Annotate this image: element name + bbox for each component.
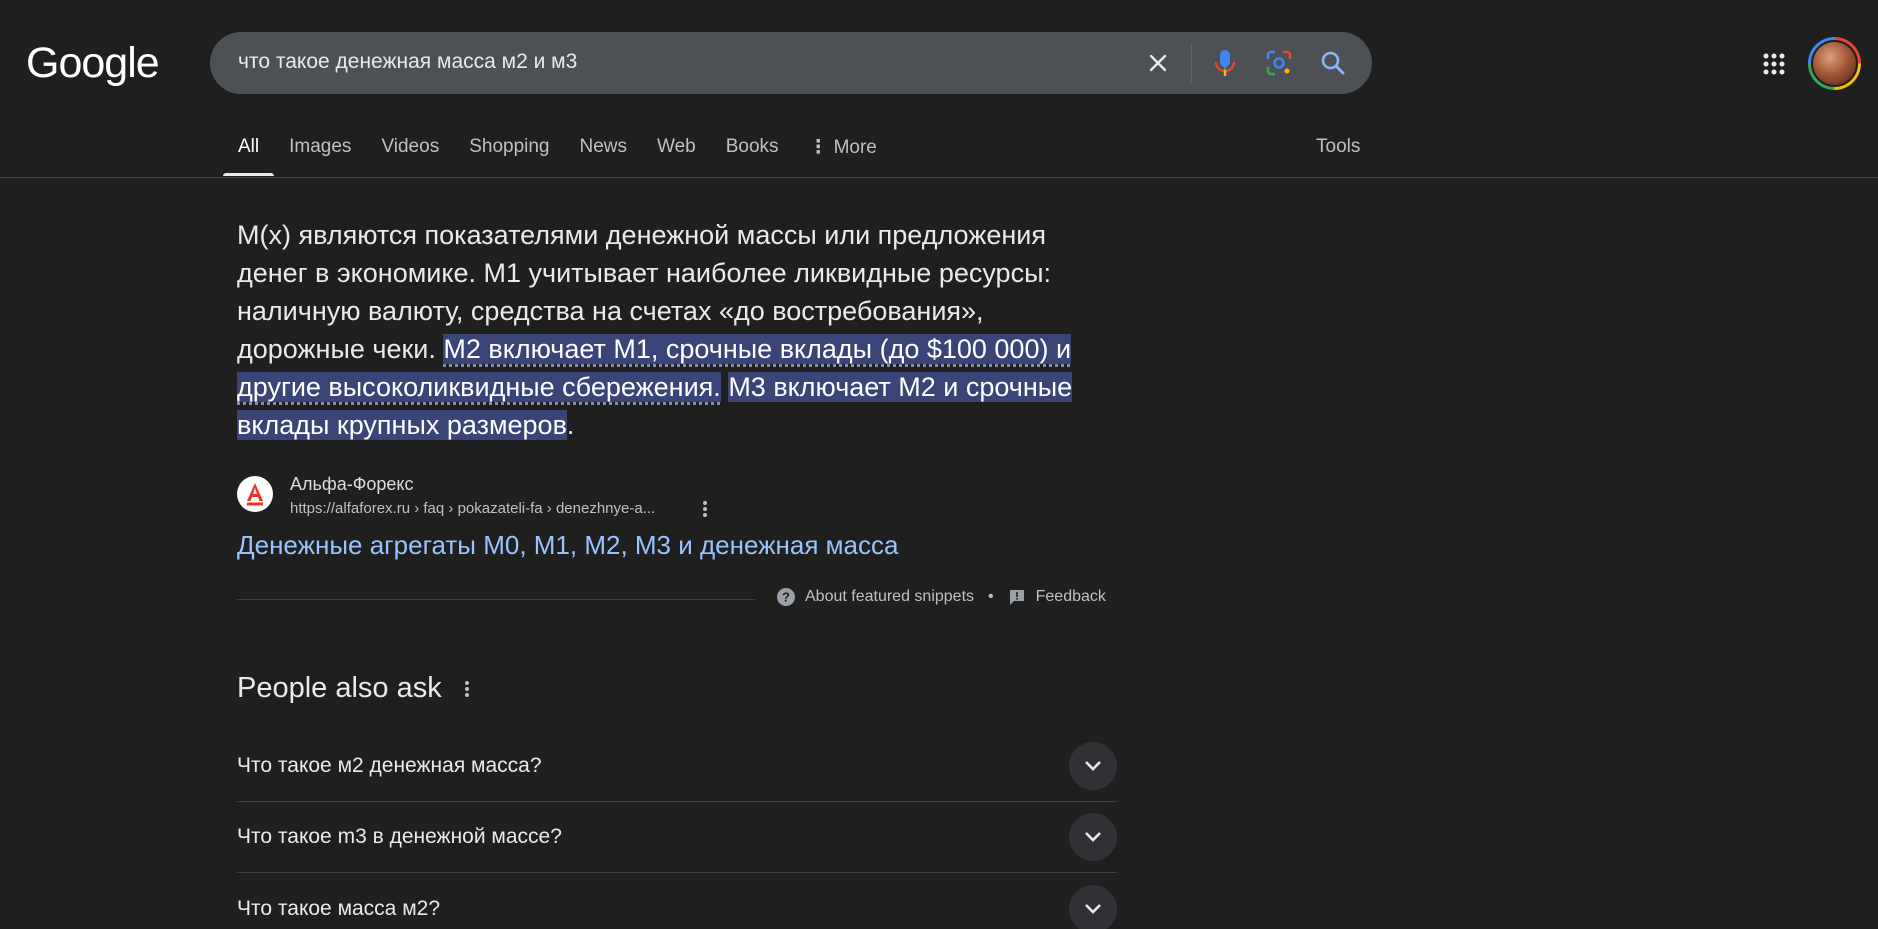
about-featured-snippets-link[interactable]: About featured snippets (805, 588, 974, 606)
google-lens-icon[interactable] (1252, 32, 1306, 94)
paa-question-text: Что такое м2 денежная масса? (237, 754, 542, 777)
feedback-icon (1008, 588, 1026, 606)
paa-more-icon[interactable] (464, 680, 470, 698)
tab-books[interactable]: Books (711, 128, 794, 178)
featured-snippet-divider (237, 599, 755, 600)
footer-separator: • (988, 588, 994, 605)
clear-icon[interactable] (1131, 32, 1185, 94)
paa-title-text: People also ask (237, 672, 442, 704)
feedback-link[interactable]: Feedback (1036, 588, 1106, 606)
paa-question[interactable]: Что такое м2 денежная масса? (237, 731, 1117, 802)
alfaforex-favicon-icon (237, 476, 273, 512)
search-input[interactable] (238, 50, 1138, 74)
chevron-down-icon[interactable] (1069, 884, 1117, 929)
people-also-ask-heading: People also ask (237, 672, 470, 705)
search-box[interactable] (210, 32, 1372, 94)
featured-snippet-footer: ? About featured snippets • Feedback (777, 588, 1106, 606)
paa-question[interactable]: Что такое m3 в денежной массе? (237, 802, 1117, 873)
tab-all[interactable]: All (223, 128, 275, 178)
tab-shopping[interactable]: Shopping (454, 128, 564, 178)
google-logo[interactable]: Google (26, 39, 160, 88)
apps-grid-icon[interactable] (1758, 48, 1790, 80)
tab-more-label: More (833, 137, 877, 158)
search-icon[interactable] (1306, 32, 1360, 94)
tab-videos[interactable]: Videos (366, 128, 454, 178)
paa-question[interactable]: Что такое масса м2? (237, 873, 1117, 929)
source-name: Альфа-Форекс (290, 474, 414, 494)
people-also-ask-list: Что такое м2 денежная масса? Что такое m… (237, 731, 1117, 929)
featured-snippet-text: M(x) являются показателями денежной масс… (237, 216, 1117, 444)
source-more-icon[interactable] (695, 498, 715, 520)
source-url: https://alfaforex.ru › faq › pokazateli-… (290, 500, 656, 517)
paa-question-text: Что такое масса м2? (237, 896, 440, 920)
svg-text:?: ? (782, 590, 790, 605)
microphone-icon[interactable] (1198, 32, 1252, 94)
snippet-source[interactable]: Альфа-Форекс https://alfaforex.ru › faq … (237, 470, 937, 526)
avatar-image (1811, 40, 1858, 87)
more-vert-icon: ⋮ (808, 137, 828, 158)
search-divider (1191, 43, 1192, 83)
tab-news[interactable]: News (565, 128, 643, 178)
paa-question-text: Что такое m3 в денежной массе? (237, 825, 562, 848)
tab-web[interactable]: Web (642, 128, 711, 178)
search-icons (1131, 32, 1372, 94)
account-avatar[interactable] (1808, 37, 1861, 90)
tab-images[interactable]: Images (274, 128, 366, 178)
header-divider (0, 177, 1878, 178)
snippet-tail: . (566, 410, 575, 440)
chevron-down-icon[interactable] (1069, 742, 1117, 790)
tab-more[interactable]: ⋮ More (794, 128, 892, 178)
search-tabs: All Images Videos Shopping News Web Book… (223, 128, 892, 178)
help-icon: ? (777, 588, 795, 606)
chevron-down-icon[interactable] (1069, 813, 1117, 861)
result-title-link[interactable]: Денежные агрегаты M0, M1, M2, M3 и денеж… (237, 530, 898, 561)
header: Google (0, 0, 1878, 126)
tools-button[interactable]: Tools (1316, 136, 1360, 158)
